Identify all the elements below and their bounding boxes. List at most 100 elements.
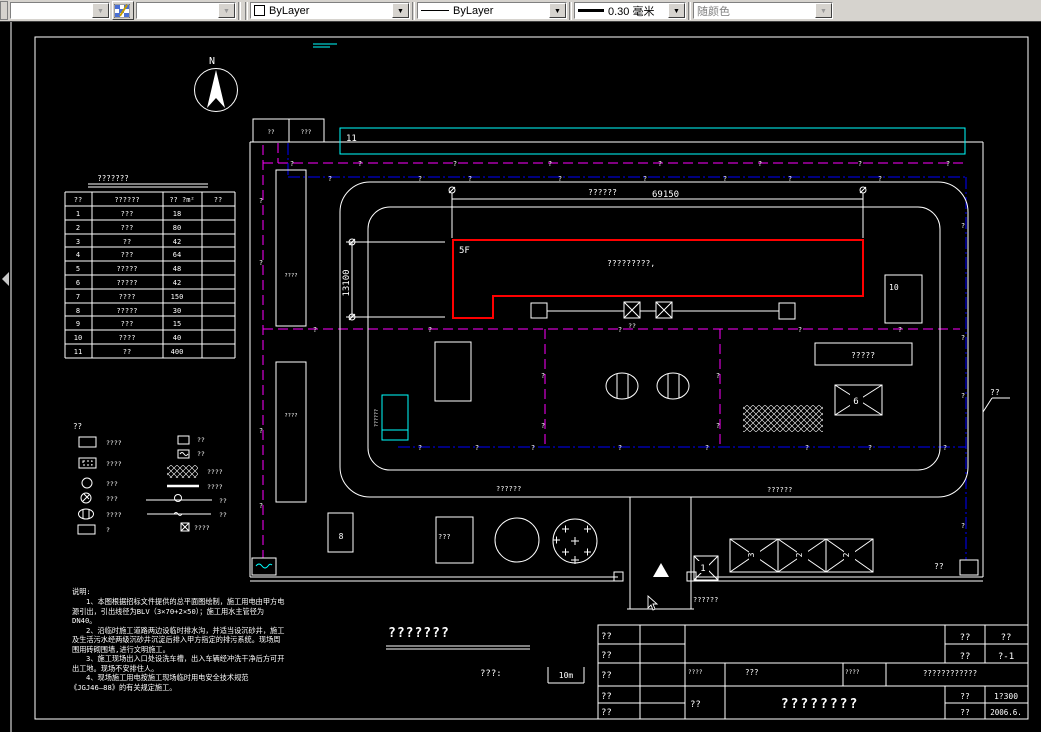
legend-label: ?	[106, 526, 110, 534]
svg-text:?: ?	[541, 372, 545, 380]
svg-text:??: ??	[1001, 633, 1012, 643]
hoist-label: ??	[628, 322, 636, 330]
rect-dashed-inner-icon	[78, 457, 97, 469]
plotstyle-combo[interactable]: 随颜色 ▼	[693, 2, 833, 19]
svg-text:8: 8	[76, 307, 80, 315]
building-name: ?????????,	[607, 259, 655, 268]
chevron-down-icon[interactable]: ▼	[668, 3, 685, 18]
svg-text:?: ?	[328, 175, 332, 183]
svg-text:????: ????	[119, 293, 136, 301]
line-wave-icon	[147, 512, 211, 516]
scale-label: ???:	[480, 669, 502, 679]
dim-value: 69150	[652, 190, 679, 200]
svg-text:7: 7	[76, 293, 80, 301]
proposed-building: 5F ?????????,	[452, 239, 864, 319]
svg-text:2: 2	[795, 552, 804, 557]
legend-label: ??	[219, 497, 227, 505]
x-box-symbol	[623, 301, 641, 319]
svg-text:5: 5	[76, 265, 80, 273]
svg-text:?: ?	[716, 372, 720, 380]
make-layer-current-button[interactable]	[112, 1, 134, 20]
svg-text:???: ???	[438, 533, 451, 541]
legend-label: ????	[194, 524, 210, 532]
table-title: ???????	[97, 174, 129, 183]
legend-label: ??	[197, 450, 205, 458]
svg-text:10m: 10m	[559, 671, 574, 680]
site-fence	[249, 141, 984, 582]
notes-line: 4、现场施工用电按施工现场临时用电安全技术规范	[86, 673, 248, 682]
linetype-combo[interactable]: ByLayer ▼	[417, 2, 567, 19]
svg-text:48: 48	[173, 265, 181, 273]
svg-text:?: ?	[358, 160, 362, 168]
drawing-canvas[interactable]: N ??????? ?? ?????? ?? ?m² ?? 1 ??? 18 2…	[0, 22, 1041, 732]
facility-box-10: 10	[884, 274, 923, 324]
legend-label: ????	[207, 468, 223, 476]
svg-text:?: ?	[475, 444, 479, 452]
svg-text:?: ?	[418, 444, 422, 452]
svg-text:?: ?	[798, 326, 802, 334]
legend-label: ????	[106, 460, 122, 468]
svg-text:??????: ??????	[374, 409, 380, 427]
svg-text:??: ??	[934, 562, 944, 571]
mixer-symbol	[656, 372, 690, 400]
svg-text:????: ????	[688, 669, 703, 676]
drawing-title: ???????	[388, 626, 450, 641]
color-combo[interactable]: ByLayer ▼	[250, 2, 410, 19]
svg-text:?????: ?????	[116, 279, 137, 287]
notes-line: 出工地。现场不安排住人。	[72, 664, 158, 673]
svg-text:42: 42	[173, 238, 181, 246]
chevron-down-icon[interactable]: ▼	[92, 3, 109, 18]
svg-text:?: ?	[259, 197, 263, 205]
chevron-down-icon[interactable]: ▼	[218, 3, 235, 18]
pipe-labels: ?? ?? ?? ?? ?? ?? ?? ?? ? ?? ?? ?? ?? ??…	[259, 160, 965, 530]
svg-text:????: ????	[845, 669, 860, 676]
rebar-yard-hatch	[743, 405, 823, 432]
color-swatch	[254, 5, 265, 16]
left-panel-edge	[2, 22, 12, 732]
svg-text:80: 80	[173, 224, 181, 232]
tb-left-label: ??	[601, 671, 612, 681]
svg-text:?: ?	[658, 160, 662, 168]
toolbar-separator	[688, 1, 691, 20]
layer-combo[interactable]: ▼	[10, 2, 110, 19]
line-circle-icon	[146, 494, 212, 502]
svg-text:???: ???	[121, 224, 134, 232]
col-header: ??	[214, 196, 222, 204]
svg-text:?: ?	[531, 444, 535, 452]
chevron-down-icon[interactable]: ▼	[549, 3, 566, 18]
distribution-box: ??	[934, 559, 979, 576]
chevron-down-icon[interactable]: ▼	[392, 3, 409, 18]
linetype-sample-icon	[421, 10, 449, 11]
svg-text:3: 3	[76, 238, 80, 246]
svg-text:1: 1	[700, 564, 705, 574]
tb-left-label: ??	[601, 651, 612, 661]
notes-line: 及生活污水经两级沉砂井沉淀后排入甲方指定的排污系统。现场周	[72, 635, 280, 644]
notes: 说明: 1、本图根据招标文件提供的总平面图绘制，施工用电由甲方电 源引出，引出线…	[70, 587, 284, 692]
scale-bar: 10m	[547, 667, 585, 684]
notes-line: 说明:	[72, 587, 91, 596]
hoist-row: ??	[530, 301, 796, 330]
svg-text:??: ??	[990, 388, 1000, 397]
svg-text:?: ?	[541, 422, 545, 430]
gate-triangle-icon	[653, 563, 669, 577]
svg-text:?: ?	[618, 444, 622, 452]
date-value: 2006.6.	[990, 708, 1022, 717]
chevron-down-icon[interactable]: ▼	[815, 3, 832, 18]
svg-text:?????: ?????	[116, 307, 137, 315]
notes-line: 《JGJ46—88》的有关规定施工。	[70, 683, 177, 692]
existing-building	[275, 169, 307, 327]
toolbar-separator	[245, 1, 248, 20]
north-label: N	[209, 56, 215, 67]
svg-text:?: ?	[805, 444, 809, 452]
toolbar-fragment-icon[interactable]	[0, 1, 8, 20]
layer-state-combo[interactable]: ▼	[136, 2, 236, 19]
small-office-box: ???	[435, 516, 474, 564]
object-properties-toolbar: ▼ ▼ ByLayer ▼ ByLayer ▼ 0.30 毫米 ▼ 随颜色 ▼	[0, 0, 1041, 22]
notes-line: 围用砖砌围墙,进行文明施工。	[72, 645, 170, 654]
lineweight-combo[interactable]: 0.30 毫米 ▼	[574, 2, 686, 19]
existing-building	[275, 361, 307, 503]
legend: ?? ???? ???? ??? ??? ???? ? ?? ?? ???? ?…	[73, 422, 227, 535]
layer-grid-icon	[114, 3, 130, 18]
lineweight-combo-value: 0.30 毫米	[608, 5, 655, 18]
layer-combo-value	[11, 3, 92, 18]
